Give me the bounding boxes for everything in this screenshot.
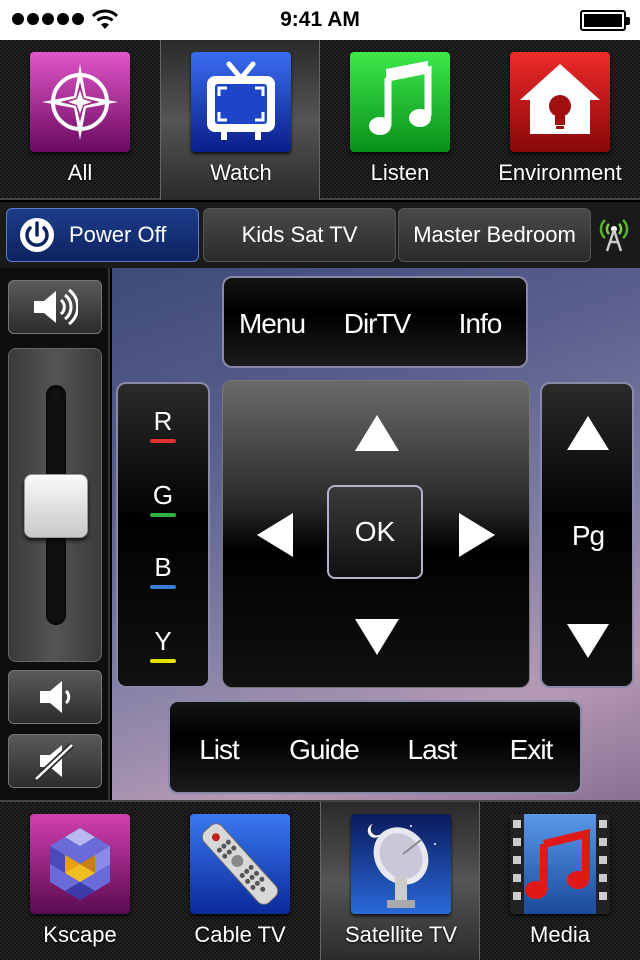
satellite-dish-icon — [351, 814, 451, 914]
menu-panel: Menu DirTV Info — [222, 276, 528, 368]
red-label: R — [153, 406, 173, 436]
last-button[interactable]: Last — [394, 734, 470, 766]
tv-icon — [191, 52, 291, 152]
ok-button[interactable]: OK — [327, 485, 423, 579]
page-up-button[interactable] — [567, 416, 609, 450]
exit-button[interactable]: Exit — [496, 734, 566, 766]
tab-label: Environment — [498, 160, 622, 185]
yellow-label: Y — [154, 626, 172, 656]
arrow-right-button[interactable] — [459, 513, 495, 557]
speaker-loud-icon — [34, 288, 78, 326]
mute-icon — [33, 742, 75, 781]
arrow-down-button[interactable] — [355, 619, 399, 655]
music-note-icon — [350, 52, 450, 152]
tab-kscape[interactable]: Kscape — [0, 802, 160, 960]
tab-label: Watch — [210, 160, 272, 185]
page-panel: Pg — [540, 382, 634, 688]
film-music-icon — [510, 814, 610, 914]
tab-environment[interactable]: Environment — [480, 40, 640, 200]
menu-button[interactable]: Menu — [232, 308, 312, 340]
remote-panel: Menu DirTV Info R G B Y OK Pg List Guide… — [112, 268, 640, 800]
green-label: G — [152, 480, 174, 510]
bottom-nav: Kscape Cable TV Satellite TV Media — [0, 800, 640, 960]
arrow-up-button[interactable] — [355, 415, 399, 451]
page-label: Pg — [571, 520, 605, 551]
house-bulb-icon — [510, 52, 610, 152]
tab-label: Satellite TV — [344, 922, 458, 947]
master-bedroom-label: Master Bedroom — [413, 222, 576, 247]
master-bedroom-button[interactable]: Master Bedroom — [398, 208, 591, 262]
antenna-signal-icon[interactable] — [598, 216, 630, 252]
blue-label: B — [154, 552, 172, 582]
guide-panel: List Guide Last Exit — [168, 700, 582, 794]
power-off-label: Power Off — [69, 222, 167, 247]
power-off-button[interactable]: Power Off — [6, 208, 199, 262]
speaker-low-icon — [40, 681, 71, 713]
remote-control-icon — [190, 814, 290, 914]
ok-label: OK — [354, 516, 396, 547]
tab-all[interactable]: All — [0, 40, 160, 200]
info-button[interactable]: Info — [440, 308, 520, 340]
battery-icon — [580, 10, 630, 31]
volume-down-button[interactable] — [8, 670, 102, 724]
arrow-left-button[interactable] — [257, 513, 293, 557]
tab-listen[interactable]: Listen — [320, 40, 480, 200]
kids-sat-tv-button[interactable]: Kids Sat TV — [203, 208, 396, 262]
kids-sat-tv-label: Kids Sat TV — [241, 222, 358, 247]
dirtv-button[interactable]: DirTV — [334, 308, 420, 340]
volume-column — [0, 268, 110, 800]
volume-slider[interactable] — [8, 348, 102, 662]
power-icon — [20, 218, 54, 252]
top-nav: All Watch Listen Environment — [0, 40, 640, 200]
tab-label: Listen — [370, 160, 430, 185]
kscape-logo-icon — [30, 814, 130, 914]
list-button[interactable]: List — [184, 734, 254, 766]
tab-label: Media — [530, 922, 590, 947]
green-button[interactable]: G — [143, 480, 183, 517]
tab-label: Cable TV — [194, 922, 286, 947]
red-button[interactable]: R — [143, 406, 183, 443]
volume-up-button[interactable] — [8, 280, 102, 334]
status-bar: 9:41 AM — [0, 0, 640, 40]
compass-icon — [30, 52, 130, 152]
tab-label: Kscape — [43, 922, 117, 947]
guide-button[interactable]: Guide — [274, 734, 374, 766]
blue-button[interactable]: B — [143, 552, 183, 589]
yellow-button[interactable]: Y — [143, 626, 183, 663]
dpad: OK — [222, 380, 530, 688]
tab-satellite-tv[interactable]: Satellite TV — [320, 802, 480, 960]
volume-slider-thumb[interactable] — [24, 474, 88, 538]
tab-media[interactable]: Media — [480, 802, 640, 960]
color-buttons-panel: R G B Y — [116, 382, 210, 688]
tab-label: All — [67, 160, 93, 185]
page-down-button[interactable] — [567, 624, 609, 658]
tab-watch[interactable]: Watch — [160, 40, 320, 200]
mute-button[interactable] — [8, 734, 102, 788]
room-bar: Power Off Kids Sat TV Master Bedroom — [0, 202, 640, 268]
status-time: 9:41 AM — [280, 8, 360, 31]
tab-cable-tv[interactable]: Cable TV — [160, 802, 320, 960]
